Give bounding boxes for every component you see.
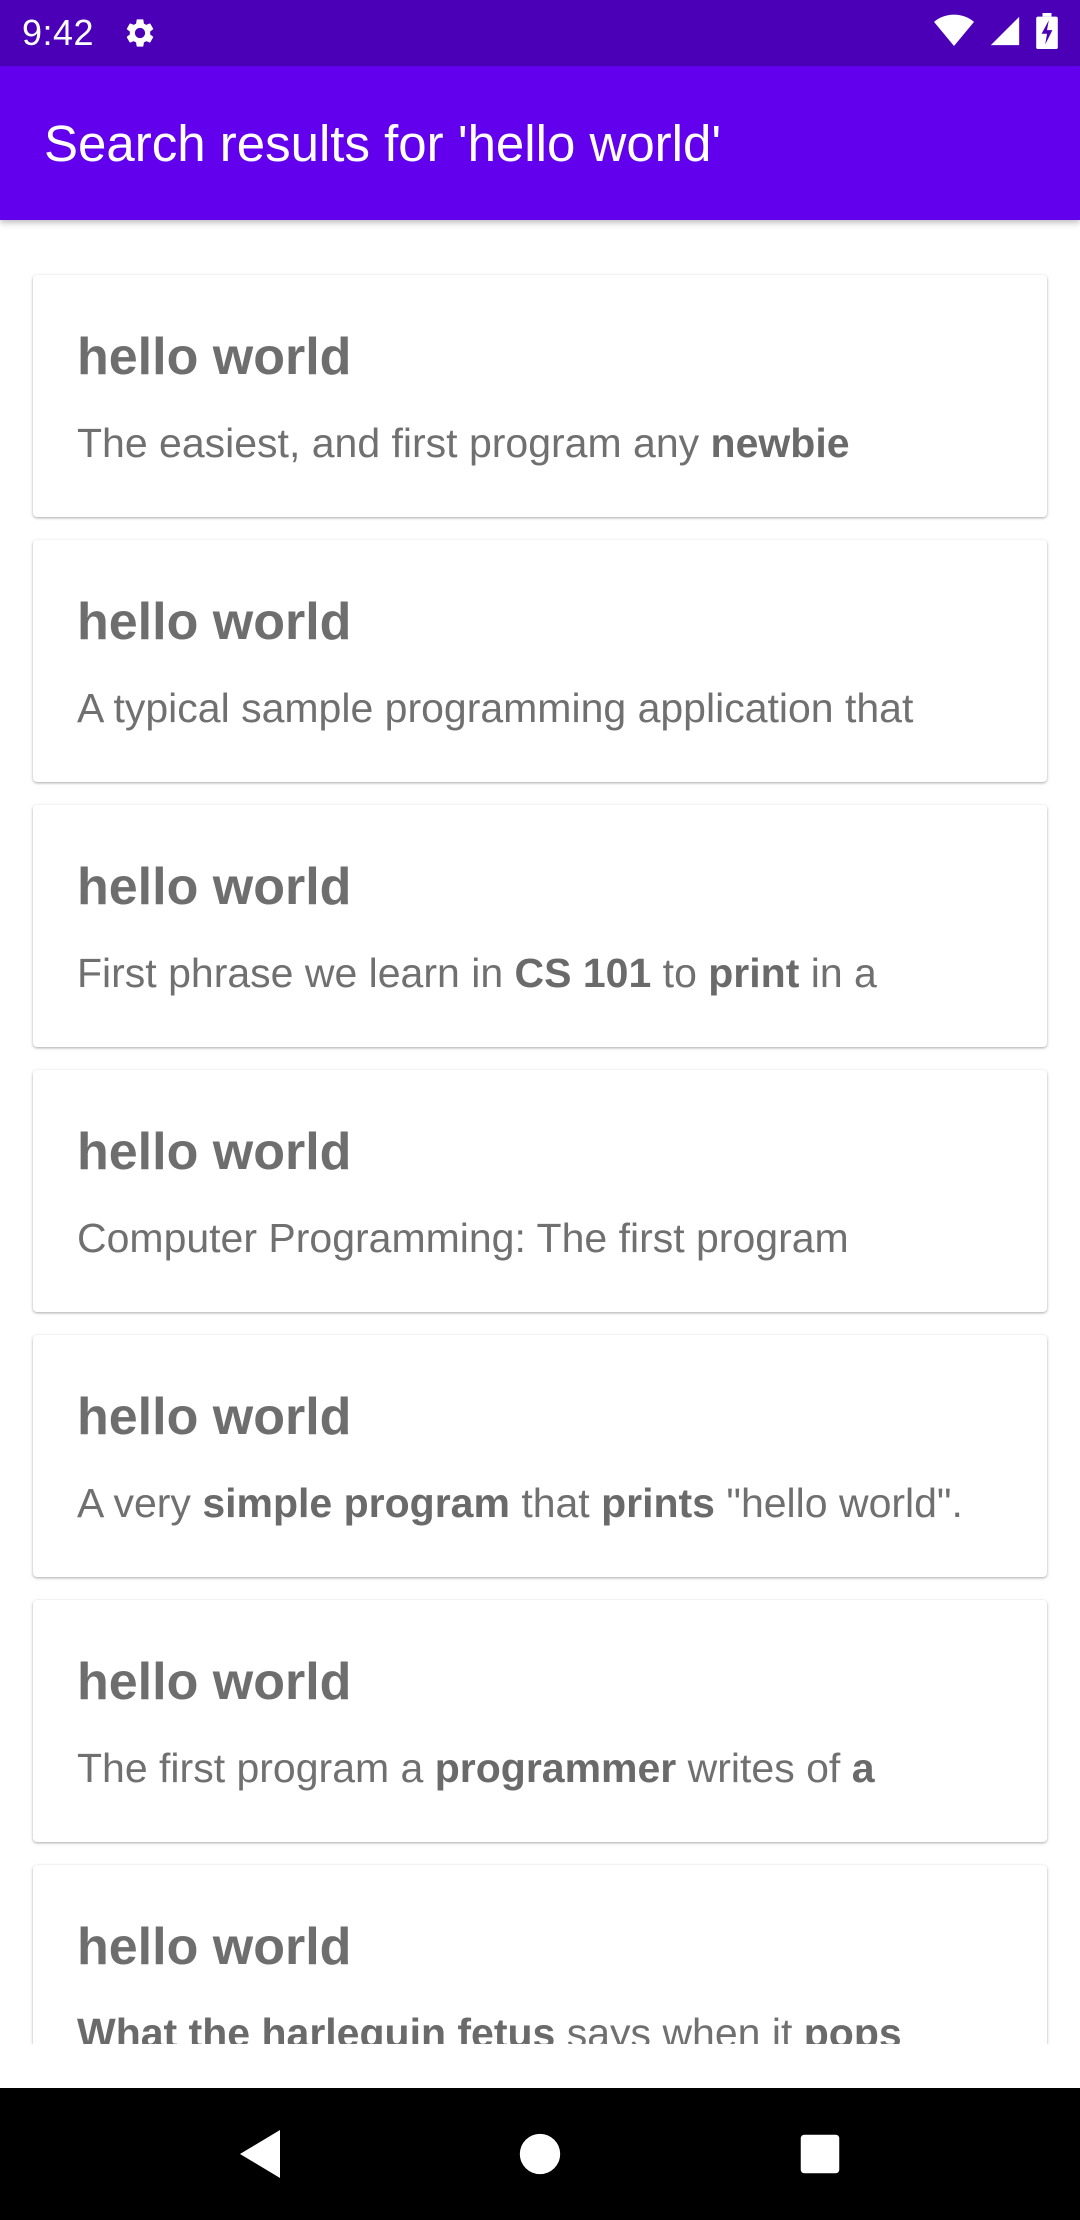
highlighted-text: programmer <box>434 1745 677 1791</box>
result-title: hello world <box>77 593 352 651</box>
cell-signal-icon <box>988 14 1022 53</box>
result-title: hello world <box>77 858 352 916</box>
description-text: Computer Programming: The first program <box>77 1215 849 1261</box>
result-description: A typical sample programming application… <box>77 684 1003 733</box>
description-text: in a <box>799 950 877 996</box>
description-text: The first program a <box>77 1745 435 1791</box>
description-text: that <box>509 1480 602 1526</box>
result-title: hello world <box>77 1123 352 1181</box>
description-text: to <box>651 950 709 996</box>
result-card[interactable]: hello world A very simple program that pr… <box>33 1335 1047 1577</box>
description-text: A typical sample programming application… <box>77 685 914 731</box>
gear-icon <box>122 15 158 51</box>
description-text: writes of <box>676 1745 852 1791</box>
result-card[interactable]: hello world What the harlequin fetus says… <box>33 1865 1047 2044</box>
recents-icon <box>800 2134 840 2174</box>
result-description: The first program a programmer writes of… <box>77 1744 1003 1793</box>
home-icon <box>519 2133 561 2175</box>
highlighted-text: What the harlequin fetus <box>77 2010 556 2044</box>
status-icons <box>934 12 1058 54</box>
highlighted-text: simple program <box>202 1480 510 1526</box>
result-card[interactable]: hello world First phrase we learn in CS 1… <box>33 805 1047 1047</box>
highlighted-text: print <box>708 950 800 996</box>
result-card[interactable]: hello world A typical sample programming … <box>33 540 1047 782</box>
highlighted-text: newbie <box>710 420 850 466</box>
status-bar: 9:42 <box>0 0 1080 66</box>
result-title: hello world <box>77 1388 352 1446</box>
navigation-bar <box>0 2088 1080 2220</box>
highlighted-text: pops <box>803 2010 902 2044</box>
highlighted-text: prints <box>601 1480 715 1526</box>
description-text: A very <box>77 1480 203 1526</box>
home-button[interactable] <box>500 2114 580 2194</box>
result-description: The easiest, and first program any newbi… <box>77 419 1003 468</box>
result-title: hello world <box>77 1918 352 1976</box>
wifi-icon <box>934 14 974 53</box>
status-time: 9:42 <box>22 12 95 53</box>
result-card[interactable]: hello world The first program a programme… <box>33 1600 1047 1842</box>
highlighted-text: a <box>851 1745 875 1791</box>
result-card[interactable]: hello world Computer Programming: The fir… <box>33 1070 1047 1312</box>
results-list[interactable]: hello world The easiest, and first progra… <box>0 220 1080 2044</box>
result-description: What the harlequin fetus says when it po… <box>77 2009 1003 2044</box>
back-icon <box>240 2130 280 2178</box>
description-text: The easiest, and first program any <box>77 420 711 466</box>
highlighted-text: CS 101 <box>514 950 652 996</box>
description-text: says when it <box>555 2010 804 2044</box>
result-description: Computer Programming: The first program <box>77 1214 1003 1263</box>
result-card[interactable]: hello world The easiest, and first progra… <box>33 275 1047 517</box>
description-text: "hello world". <box>715 1480 963 1526</box>
back-button[interactable] <box>220 2114 300 2194</box>
page-title: Search results for 'hello world' <box>44 114 722 172</box>
result-title: hello world <box>77 328 352 386</box>
description-text: First phrase we learn in <box>77 950 515 996</box>
recents-button[interactable] <box>780 2114 860 2194</box>
result-description: First phrase we learn in CS 101 to print… <box>77 949 1003 998</box>
battery-charging-icon <box>1036 12 1058 54</box>
app-bar: Search results for 'hello world' <box>0 66 1080 220</box>
result-description: A very simple program that prints "hello… <box>77 1479 1003 1528</box>
result-title: hello world <box>77 1653 352 1711</box>
